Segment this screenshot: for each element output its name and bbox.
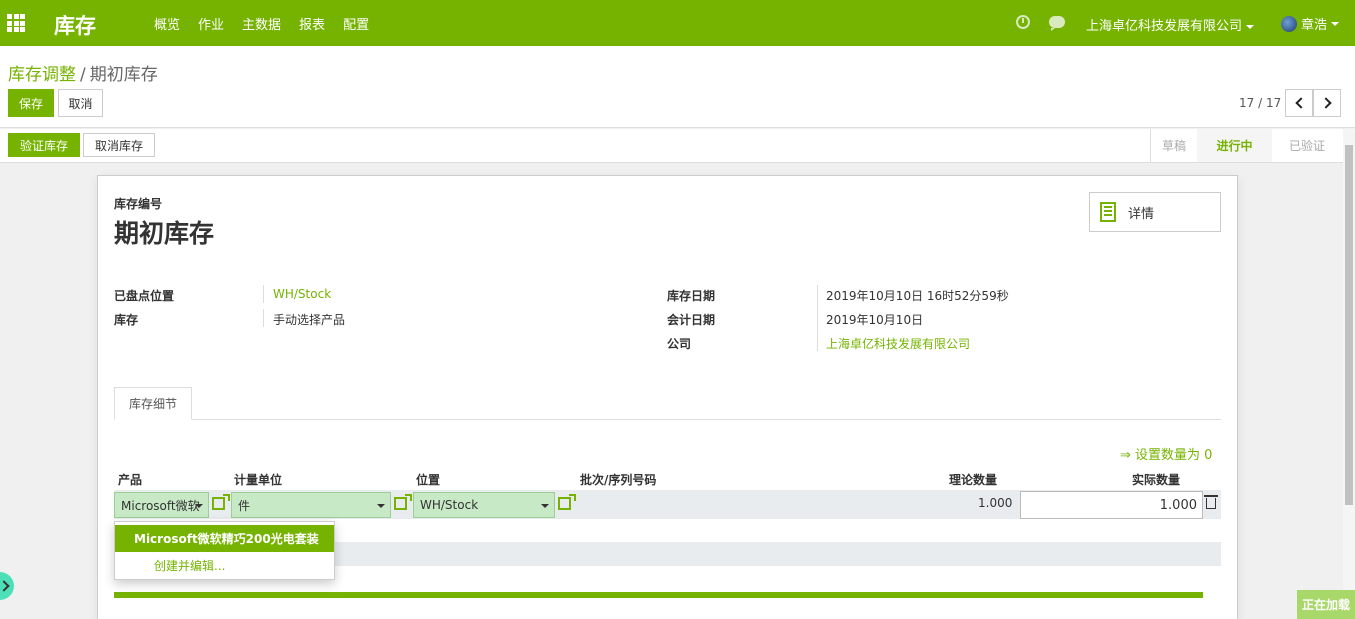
field-divider: [263, 309, 264, 327]
field-value-inventory[interactable]: 手动选择产品: [273, 311, 345, 328]
form-statusbar: 验证库存 取消库存 草稿 进行中 已验证: [0, 129, 1355, 163]
create-and-edit-option[interactable]: 创建并编辑...: [115, 552, 334, 579]
breadcrumb: 库存调整 / 期初库存: [8, 60, 158, 85]
field-value-inventoried-location[interactable]: WH/Stock: [273, 287, 331, 301]
uom-external-link-icon[interactable]: [394, 494, 412, 510]
product-external-link-icon[interactable]: [212, 494, 230, 510]
menu-item-operations[interactable]: 作业: [198, 14, 224, 33]
field-label-accounting-date: 会计日期: [667, 313, 716, 327]
field-value-company[interactable]: 上海卓亿科技发展有限公司: [826, 335, 970, 352]
column-header-lot[interactable]: 批次/序列号码: [580, 471, 656, 488]
field-divider: [817, 285, 818, 351]
column-header-theoretical-qty[interactable]: 理论数量: [949, 471, 997, 488]
column-header-product[interactable]: 产品: [118, 471, 142, 488]
field-label-inventory: 库存: [114, 313, 139, 327]
menu-item-master-data[interactable]: 主数据: [242, 14, 281, 33]
theoretical-qty-value: 1.000: [978, 496, 1013, 510]
status-stages: 草稿 进行中 已验证: [1150, 129, 1342, 162]
menu-item-configuration[interactable]: 配置: [343, 14, 369, 33]
column-header-actual-qty[interactable]: 实际数量: [1132, 471, 1180, 488]
caret-down-icon: [377, 504, 385, 508]
cancel-button[interactable]: 取消: [58, 89, 103, 117]
apps-menu-icon[interactable]: [7, 14, 25, 32]
trash-icon[interactable]: [1204, 495, 1218, 509]
autocomplete-option[interactable]: Microsoft微软精巧200光电套装: [115, 525, 334, 552]
chevron-right-icon: [1319, 97, 1332, 109]
user-name: 章浩: [1301, 18, 1328, 33]
company-switcher[interactable]: 上海卓亿科技发展有限公司: [1086, 15, 1255, 34]
menu-item-overview[interactable]: 概览: [154, 14, 180, 33]
product-autocomplete-dropdown: Microsoft微软精巧200光电套装 创建并编辑...: [114, 521, 335, 580]
field-value-accounting-date[interactable]: 2019年10月10日: [826, 311, 923, 328]
stage-validated[interactable]: 已验证: [1272, 129, 1342, 162]
stage-draft[interactable]: 草稿: [1151, 129, 1197, 162]
column-header-location[interactable]: 位置: [416, 471, 440, 488]
activity-clock-icon[interactable]: [1016, 15, 1030, 29]
sidebar-toggle-button[interactable]: [0, 572, 14, 600]
product-select[interactable]: Microsoft微软: [114, 492, 209, 518]
column-header-uom[interactable]: 计量单位: [234, 471, 282, 488]
progress-bar: [114, 592, 1203, 598]
caret-down-icon: [541, 504, 549, 508]
chat-icon[interactable]: [1049, 16, 1065, 31]
app-title: 库存: [54, 14, 96, 38]
details-label: 详情: [1128, 206, 1155, 222]
loading-indicator: 正在加载: [1297, 590, 1355, 619]
main-menu: 概览 作业 主数据 报表 配置: [154, 14, 387, 33]
building-icon: [1100, 202, 1116, 222]
location-select-value: WH/Stock: [420, 498, 479, 512]
field-label-company: 公司: [667, 337, 692, 351]
field-divider: [263, 285, 264, 303]
field-label-inventory-date: 库存日期: [667, 289, 716, 303]
caret-down-icon: [195, 504, 203, 508]
save-button[interactable]: 保存: [8, 89, 54, 117]
reference-label: 库存编号: [114, 197, 163, 211]
stage-in-progress[interactable]: 进行中: [1197, 129, 1272, 162]
location-external-link-icon[interactable]: [558, 494, 576, 510]
validate-inventory-button[interactable]: 验证库存: [8, 133, 80, 157]
tab-divider: [114, 419, 1221, 420]
pager-next-button[interactable]: [1313, 89, 1341, 117]
company-name: 上海卓亿科技发展有限公司: [1086, 19, 1243, 34]
set-quantity-zero-link[interactable]: ⇒ 设置数量为 0: [1120, 444, 1212, 463]
control-panel: 库存调整 / 期初库存 保存 取消 17 / 17: [0, 46, 1355, 128]
pager-value[interactable]: 17 / 17: [1239, 96, 1281, 110]
record-title: 期初库存: [114, 219, 215, 248]
actual-qty-input[interactable]: [1020, 491, 1203, 519]
breadcrumb-separator: /: [80, 65, 86, 85]
breadcrumb-parent[interactable]: 库存调整: [8, 65, 76, 85]
vertical-scrollbar[interactable]: [1343, 129, 1355, 619]
uom-select[interactable]: 件: [231, 492, 391, 518]
details-smart-button[interactable]: 详情: [1089, 192, 1221, 232]
breadcrumb-current: 期初库存: [89, 65, 158, 85]
cancel-inventory-button[interactable]: 取消库存: [83, 133, 155, 157]
chevron-left-icon: [1294, 97, 1307, 109]
field-label-inventoried-location: 已盘点位置: [114, 289, 175, 303]
scrollbar-thumb[interactable]: [1345, 145, 1353, 505]
caret-down-icon: [1331, 21, 1340, 26]
uom-select-value: 件: [238, 498, 251, 513]
user-menu[interactable]: 章浩: [1281, 14, 1340, 33]
product-select-value: Microsoft微软: [121, 498, 200, 513]
field-value-inventory-date[interactable]: 2019年10月10日 16时52分59秒: [826, 287, 1009, 304]
top-navbar: 库存 概览 作业 主数据 报表 配置 上海卓亿科技发展有限公司 章浩: [0, 0, 1355, 46]
location-select[interactable]: WH/Stock: [413, 492, 555, 518]
caret-down-icon: [1246, 24, 1255, 29]
tab-inventory-details[interactable]: 库存细节: [114, 387, 192, 420]
menu-item-reports[interactable]: 报表: [299, 14, 325, 33]
table-row: [335, 542, 1221, 566]
pager-previous-button[interactable]: [1285, 89, 1313, 117]
avatar: [1281, 15, 1297, 32]
